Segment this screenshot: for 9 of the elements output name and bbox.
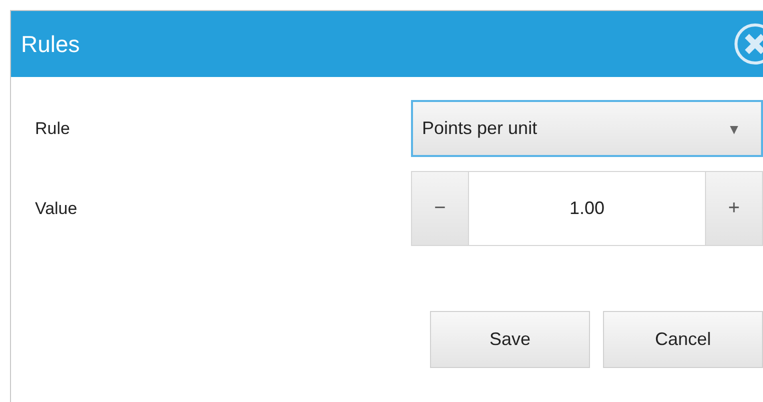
increment-button[interactable]: + [706,172,762,245]
value-field[interactable]: 1.00 [468,172,706,245]
field-label: Rule [35,118,70,138]
field-label: Value [35,198,78,218]
window-title: Rules [21,30,80,58]
rule-dropdown[interactable]: Points per unit ▼ [411,100,763,157]
decrement-button[interactable]: − [412,172,468,245]
save-button[interactable]: Save [430,311,590,368]
cancel-button[interactable]: Cancel [603,311,763,368]
